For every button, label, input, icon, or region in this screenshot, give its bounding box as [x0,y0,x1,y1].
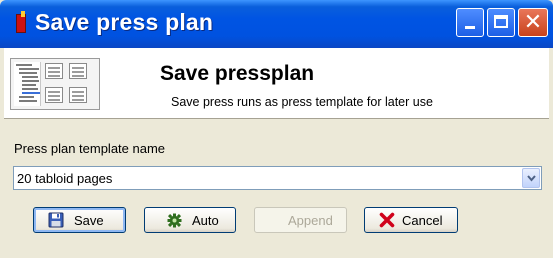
minimize-button[interactable] [456,8,484,37]
template-name-value[interactable]: 20 tabloid pages [17,171,112,186]
save-button[interactable]: Save [33,207,126,233]
auto-button[interactable]: Auto [144,207,236,233]
gear-icon [167,213,182,228]
dropdown-button[interactable] [522,168,540,188]
header-title: Save pressplan [160,62,315,85]
floppy-disk-icon [48,212,64,228]
append-button[interactable]: Append [254,207,347,233]
chevron-down-icon [527,175,536,182]
close-button[interactable]: ✕ [518,8,548,37]
save-press-plan-dialog: Save press plan ✕ Save pressplan Save pr… [0,0,553,258]
close-icon: ✕ [523,10,543,35]
cancel-button[interactable]: Cancel [364,207,458,233]
auto-button-label: Auto [192,213,219,228]
maximize-button[interactable] [487,8,515,37]
red-x-icon [379,212,395,228]
app-icon [16,11,26,33]
window-title: Save press plan [35,9,214,35]
cancel-button-label: Cancel [402,213,443,228]
template-name-combobox[interactable]: 20 tabloid pages [13,166,542,190]
press-plan-thumbnail [10,58,100,110]
append-button-label: Append [288,213,333,228]
template-name-label: Press plan template name [14,141,166,156]
save-button-label: Save [74,213,104,228]
header-subtitle: Save press runs as press template for la… [171,95,433,109]
tree-preview [14,62,41,106]
minimize-icon [465,26,475,29]
maximize-icon [494,15,508,28]
title-bar[interactable]: Save press plan ✕ [0,0,553,48]
header-panel: Save pressplan Save press runs as press … [4,48,549,119]
